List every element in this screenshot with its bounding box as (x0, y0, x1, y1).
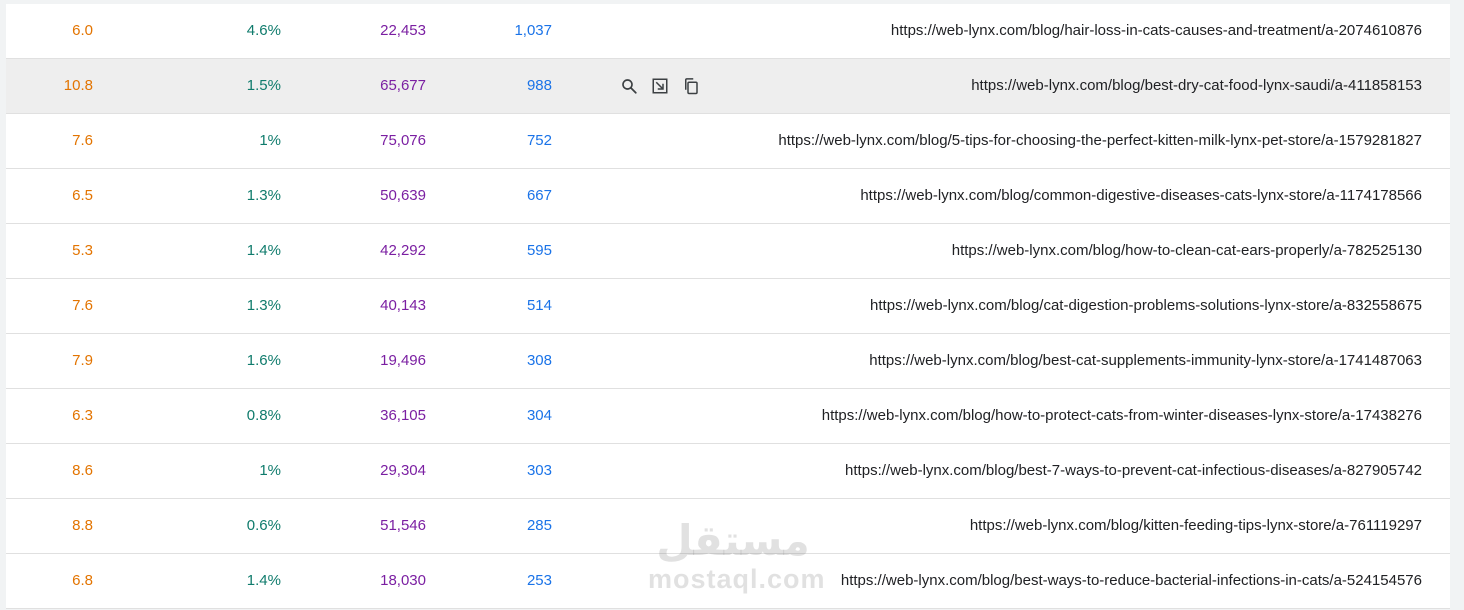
impressions-cell: 40,143 (380, 297, 426, 314)
impressions-cell: 65,677 (380, 77, 426, 94)
table-row[interactable]: 5.3 1.4% 42,292 595 https://web-lynx.com/blo… (6, 224, 1450, 279)
position-cell: 7.6 (72, 132, 93, 149)
ctr-cell: 0.6% (246, 517, 281, 534)
impressions-cell: 36,105 (380, 407, 426, 424)
ctr-cell: 1.5% (246, 77, 281, 94)
url-link[interactable]: https://web-lynx.com/blog/how-to-clean-c… (522, 224, 1422, 278)
url-link[interactable]: https://web-lynx.com/blog/hair-loss-in-c… (522, 4, 1422, 58)
table-row[interactable]: 7.6 1.3% 40,143 514 https://web-lynx.com/blo… (6, 279, 1450, 334)
ctr-cell: 1.4% (246, 242, 281, 259)
impressions-cell: 75,076 (380, 132, 426, 149)
position-cell: 10.8 (63, 77, 93, 94)
url-link[interactable]: https://web-lynx.com/blog/best-ways-to-r… (522, 554, 1422, 608)
url-link[interactable]: https://web-lynx.com/blog/kitten-feeding… (522, 499, 1422, 553)
ctr-cell: 1.3% (246, 297, 281, 314)
ctr-cell: 4.6% (246, 22, 281, 39)
impressions-cell: 18,030 (380, 572, 426, 589)
impressions-cell: 19,496 (380, 352, 426, 369)
position-cell: 7.9 (72, 352, 93, 369)
impressions-cell: 22,453 (380, 22, 426, 39)
table-row[interactable]: 8.8 0.6% 51,546 285 https://web-lynx.com/blo… (6, 499, 1450, 554)
table-row[interactable]: 6.0 4.6% 22,453 1,037 https://web-lynx.com/b… (6, 4, 1450, 59)
page: 6.0 4.6% 22,453 1,037 https://web-lynx.com/b… (0, 0, 1464, 610)
position-cell: 7.6 (72, 297, 93, 314)
table-row[interactable]: 6.3 0.8% 36,105 304 https://web-lynx.com/blo… (6, 389, 1450, 444)
ctr-cell: 1.4% (246, 572, 281, 589)
position-cell: 6.3 (72, 407, 93, 424)
url-link[interactable]: https://web-lynx.com/blog/best-cat-suppl… (522, 334, 1422, 388)
ctr-cell: 0.8% (246, 407, 281, 424)
url-link[interactable]: https://web-lynx.com/blog/cat-digestion-… (522, 279, 1422, 333)
ctr-cell: 1.3% (246, 187, 281, 204)
table-row[interactable]: 7.6 1% 75,076 752 https://web-lynx.com/blog/… (6, 114, 1450, 169)
position-cell: 8.6 (72, 462, 93, 479)
impressions-cell: 51,546 (380, 517, 426, 534)
table-row[interactable]: 8.6 1% 29,304 303 https://web-lynx.com/blog/… (6, 444, 1450, 499)
table-row[interactable]: 6.5 1.3% 50,639 667 https://web-lynx.com/blo… (6, 169, 1450, 224)
position-cell: 6.0 (72, 22, 93, 39)
ctr-cell: 1% (259, 462, 281, 479)
table-row[interactable]: 7.9 1.6% 19,496 308 https://web-lynx.com/blo… (6, 334, 1450, 389)
url-link[interactable]: https://web-lynx.com/blog/how-to-protect… (522, 389, 1422, 443)
url-link[interactable]: https://web-lynx.com/blog/common-digesti… (522, 169, 1422, 223)
position-cell: 6.5 (72, 187, 93, 204)
impressions-cell: 42,292 (380, 242, 426, 259)
performance-table: 6.0 4.6% 22,453 1,037 https://web-lynx.com/b… (6, 4, 1450, 609)
url-link[interactable]: https://web-lynx.com/blog/5-tips-for-cho… (522, 114, 1422, 168)
position-cell: 5.3 (72, 242, 93, 259)
url-link[interactable]: https://web-lynx.com/blog/best-dry-cat-f… (522, 59, 1422, 113)
position-cell: 8.8 (72, 517, 93, 534)
table-row[interactable]: 10.8 1.5% 65,677 988 https://web-lynx.com/bl… (6, 59, 1450, 114)
url-link[interactable]: https://web-lynx.com/blog/best-7-ways-to… (522, 444, 1422, 498)
ctr-cell: 1.6% (246, 352, 281, 369)
table-row[interactable]: 6.8 1.4% 18,030 253 https://web-lynx.com/blo… (6, 554, 1450, 609)
impressions-cell: 29,304 (380, 462, 426, 479)
ctr-cell: 1% (259, 132, 281, 149)
position-cell: 6.8 (72, 572, 93, 589)
impressions-cell: 50,639 (380, 187, 426, 204)
